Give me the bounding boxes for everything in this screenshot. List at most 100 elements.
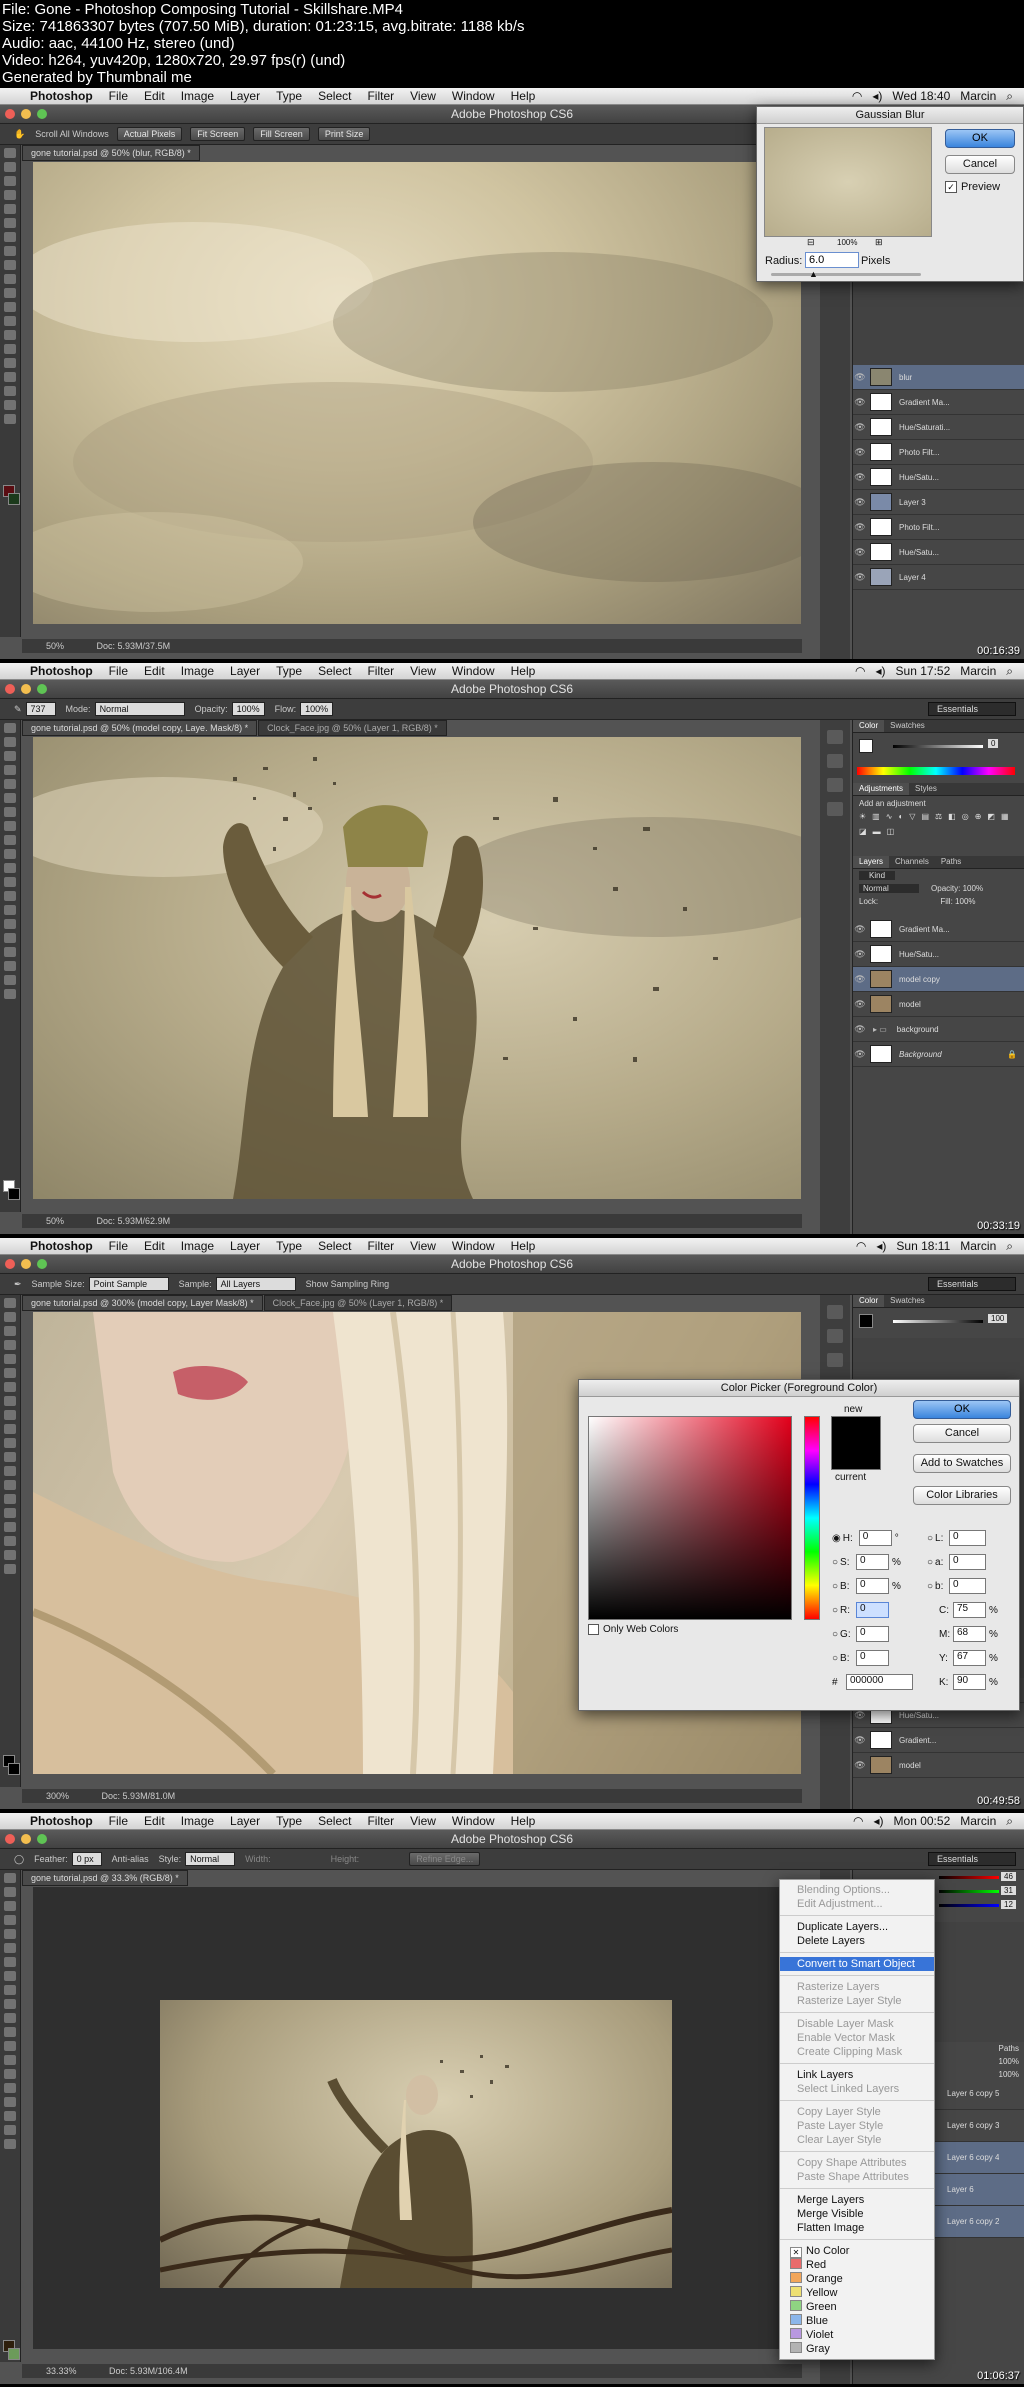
anti-alias-checkbox[interactable]: Anti-alias	[112, 1854, 149, 1864]
layer-row[interactable]: 👁 Background 🔒	[853, 1042, 1024, 1067]
menu-type[interactable]: Type	[268, 1238, 310, 1254]
gradient-tool-icon[interactable]	[4, 302, 16, 312]
menu-window[interactable]: Window	[444, 1238, 503, 1254]
menu-file[interactable]: File	[101, 88, 136, 104]
tab-adjustments[interactable]: Adjustments	[853, 783, 910, 795]
layer-row[interactable]: 👁 Layer 3	[853, 490, 1024, 515]
wifi-icon[interactable]: ◠	[851, 1238, 871, 1254]
crop-tool-icon[interactable]	[4, 1929, 16, 1939]
eyedropper-tool-icon[interactable]: ✒	[14, 1279, 22, 1290]
layer-row[interactable]: 👁 Gradient Ma...	[853, 917, 1024, 942]
workspace-select[interactable]: Essentials	[928, 1852, 1016, 1866]
menu-layer[interactable]: Layer	[222, 1238, 268, 1254]
brush-panel-icon[interactable]	[827, 802, 843, 816]
radio-icon[interactable]: ○	[832, 1557, 838, 1568]
black-white-icon[interactable]: ◧	[948, 812, 956, 821]
quick-select-tool-icon[interactable]	[4, 190, 16, 200]
stamp-tool-icon[interactable]	[4, 260, 16, 270]
menu-type[interactable]: Type	[268, 88, 310, 104]
gradient-tool-icon[interactable]	[4, 877, 16, 887]
radio-icon[interactable]: ○	[832, 1653, 838, 1664]
eye-icon[interactable]: 👁	[853, 949, 867, 960]
pen-tool-icon[interactable]	[4, 344, 16, 354]
hue-input[interactable]: 0	[858, 1530, 892, 1546]
k-slider[interactable]	[893, 745, 983, 748]
tab-channels[interactable]: Channels	[889, 856, 935, 868]
lasso-tool-icon[interactable]	[4, 1901, 16, 1911]
blur-tool-icon[interactable]	[4, 2041, 16, 2051]
menu-filter[interactable]: Filter	[359, 663, 402, 679]
menu-layer[interactable]: Layer	[222, 663, 268, 679]
layer-row[interactable]: 👁 ▸ ▭ background	[853, 1017, 1024, 1042]
magenta-input[interactable]: 68	[953, 1626, 986, 1642]
kind-filter[interactable]: Kind	[859, 871, 896, 880]
marquee-tool-icon[interactable]	[4, 737, 16, 747]
background-swatch[interactable]	[8, 2348, 20, 2360]
workspace-select[interactable]: Essentials	[928, 1277, 1016, 1291]
menu-select[interactable]: Select	[310, 88, 359, 104]
cancel-button[interactable]: Cancel	[913, 1424, 1011, 1443]
tab-swatches[interactable]: Swatches	[884, 720, 931, 732]
background-swatch[interactable]	[8, 493, 20, 505]
gradient-map-icon[interactable]: ▬	[873, 827, 881, 836]
pen-tool-icon[interactable]	[4, 919, 16, 929]
move-tool-icon[interactable]	[4, 723, 16, 733]
eye-icon[interactable]: 👁	[853, 1735, 867, 1746]
layer-row[interactable]: 👁 Hue/Satu...	[853, 465, 1024, 490]
menu-app-name[interactable]: Photoshop	[22, 663, 101, 679]
zoom-tool-icon[interactable]	[4, 989, 16, 999]
zoom-level[interactable]: 50%	[46, 641, 64, 651]
hand-tool-icon[interactable]	[4, 1550, 16, 1560]
wifi-icon[interactable]: ◠	[848, 1813, 868, 1829]
crop-tool-icon[interactable]	[4, 204, 16, 214]
menu-item-create-clipping-mask[interactable]: Create Clipping Mask	[780, 2045, 934, 2059]
menu-edit[interactable]: Edit	[136, 88, 173, 104]
user-name[interactable]: Marcin	[955, 1813, 1001, 1829]
levels-icon[interactable]: ▥	[872, 812, 880, 821]
volume-icon[interactable]: ◂)	[869, 1813, 889, 1829]
radio-icon[interactable]: ○	[832, 1605, 838, 1616]
pen-tool-icon[interactable]	[4, 2069, 16, 2079]
zoom-tool-icon[interactable]	[4, 1564, 16, 1574]
quick-select-tool-icon[interactable]	[4, 1340, 16, 1350]
zoom-level[interactable]: 33.33%	[46, 2366, 77, 2376]
menu-image[interactable]: Image	[173, 1813, 222, 1829]
dodge-tool-icon[interactable]	[4, 1480, 16, 1490]
zoom-level[interactable]: 50%	[46, 1216, 64, 1226]
minimize-icon[interactable]	[21, 109, 31, 119]
zoom-tool-icon[interactable]	[4, 414, 16, 424]
eye-icon[interactable]: 👁	[853, 1049, 867, 1060]
tab-paths[interactable]: Paths	[935, 856, 967, 868]
eye-icon[interactable]: 👁	[853, 547, 867, 558]
menu-edit[interactable]: Edit	[136, 663, 173, 679]
slider-handle-icon[interactable]: ▲	[809, 269, 818, 279]
menu-item-paste-shape-attributes[interactable]: Paste Shape Attributes	[780, 2170, 934, 2184]
photo-filter-icon[interactable]: ◎	[962, 812, 969, 821]
eye-icon[interactable]: 👁	[853, 999, 867, 1010]
hand-tool-icon[interactable]	[4, 400, 16, 410]
path-select-tool-icon[interactable]	[4, 947, 16, 957]
minimize-icon[interactable]	[21, 1834, 31, 1844]
quick-select-tool-icon[interactable]	[4, 765, 16, 775]
hue-slider[interactable]	[804, 1416, 820, 1620]
k-value[interactable]: 0	[988, 739, 999, 748]
menu-item-rasterize-layer-style[interactable]: Rasterize Layer Style	[780, 1994, 934, 2008]
vibrance-icon[interactable]: ▽	[909, 812, 915, 821]
menu-item-gray[interactable]: Gray	[780, 2342, 934, 2356]
actions-panel-icon[interactable]	[827, 754, 843, 768]
marquee-tool-icon[interactable]	[4, 162, 16, 172]
selective-color-icon[interactable]: ◫	[887, 827, 895, 836]
menu-edit[interactable]: Edit	[136, 1238, 173, 1254]
lasso-tool-icon[interactable]	[4, 1326, 16, 1336]
document-canvas[interactable]	[33, 162, 801, 624]
volume-icon[interactable]: ◂)	[871, 1238, 891, 1254]
doc-tab[interactable]: gone tutorial.psd @ 33.3% (RGB/8) *	[22, 1870, 188, 1886]
layer-row[interactable]: 👁 model copy	[853, 967, 1024, 992]
close-icon[interactable]	[5, 109, 15, 119]
menu-item-convert-to-smart-object[interactable]: Convert to Smart Object	[780, 1957, 934, 1971]
tab-color[interactable]: Color	[853, 1295, 885, 1307]
elliptical-marquee-tool-icon[interactable]: ◯	[14, 1854, 24, 1865]
preview-checkbox[interactable]: ✓ Preview	[945, 181, 1000, 193]
shape-tool-icon[interactable]	[4, 1536, 16, 1546]
menu-window[interactable]: Window	[444, 663, 503, 679]
